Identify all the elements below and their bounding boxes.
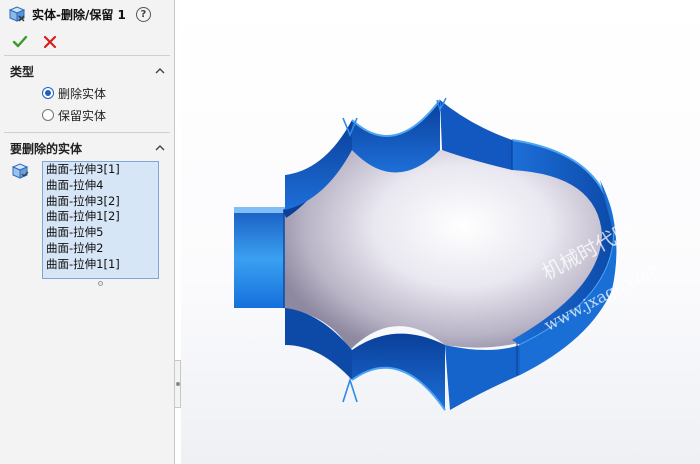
panel-header: 实体-删除/保留 1 ?: [0, 0, 174, 28]
radio-button-keep[interactable]: [42, 109, 54, 121]
type-section-header[interactable]: 类型: [0, 60, 174, 82]
radio-label-keep: 保留实体: [58, 108, 107, 123]
radio-keep-bodies[interactable]: 保留实体: [0, 104, 174, 126]
bodies-section-header[interactable]: 要删除的实体: [0, 137, 174, 159]
list-item[interactable]: 曲面-拉伸5: [46, 225, 158, 241]
chevron-up-icon[interactable]: [154, 142, 166, 154]
list-item[interactable]: 曲面-拉伸3[2]: [46, 194, 158, 210]
help-icon[interactable]: ?: [135, 6, 151, 22]
radio-button-delete[interactable]: [42, 87, 54, 99]
checkmark-icon[interactable]: [12, 34, 28, 50]
bodies-section-title: 要删除的实体: [10, 141, 83, 156]
radio-delete-bodies[interactable]: 删除实体: [0, 82, 174, 104]
solid-body-icon: [11, 163, 29, 179]
list-item[interactable]: 曲面-拉伸1[1]: [46, 257, 158, 273]
splitter-grip-dot: [176, 382, 180, 386]
panel-title: 实体-删除/保留 1: [32, 7, 126, 22]
action-row: [4, 28, 170, 56]
list-item[interactable]: 曲面-拉伸1[2]: [46, 209, 158, 225]
left-stub-top[interactable]: [234, 207, 286, 213]
delete-keep-body-icon: [8, 6, 26, 22]
left-stub-front[interactable]: [234, 210, 284, 308]
section-divider: [4, 132, 170, 133]
bodies-to-delete-list[interactable]: 曲面-拉伸3[1] 曲面-拉伸4 曲面-拉伸3[2] 曲面-拉伸1[2] 曲面-…: [42, 161, 159, 279]
list-item[interactable]: 曲面-拉伸2: [46, 241, 158, 257]
property-manager-panel: 实体-删除/保留 1 ? 类型 删除实体 保留实体 要删除的实体 曲面-拉伸3[…: [0, 0, 175, 464]
list-resize-handle[interactable]: [98, 281, 103, 286]
list-item[interactable]: 曲面-拉伸4: [46, 178, 158, 194]
graphics-viewport[interactable]: 机械时代网 www.jxage.com: [181, 0, 700, 464]
bodies-area: 曲面-拉伸3[1] 曲面-拉伸4 曲面-拉伸3[2] 曲面-拉伸1[2] 曲面-…: [0, 159, 174, 289]
close-icon[interactable]: [42, 34, 58, 50]
radio-label-delete: 删除实体: [58, 86, 107, 101]
list-item[interactable]: 曲面-拉伸3[1]: [46, 162, 158, 178]
type-section-title: 类型: [10, 64, 35, 79]
chevron-up-icon[interactable]: [154, 65, 166, 77]
wall-bottom-right[interactable]: [445, 345, 520, 410]
cusp-spike-bottom: [342, 377, 358, 403]
